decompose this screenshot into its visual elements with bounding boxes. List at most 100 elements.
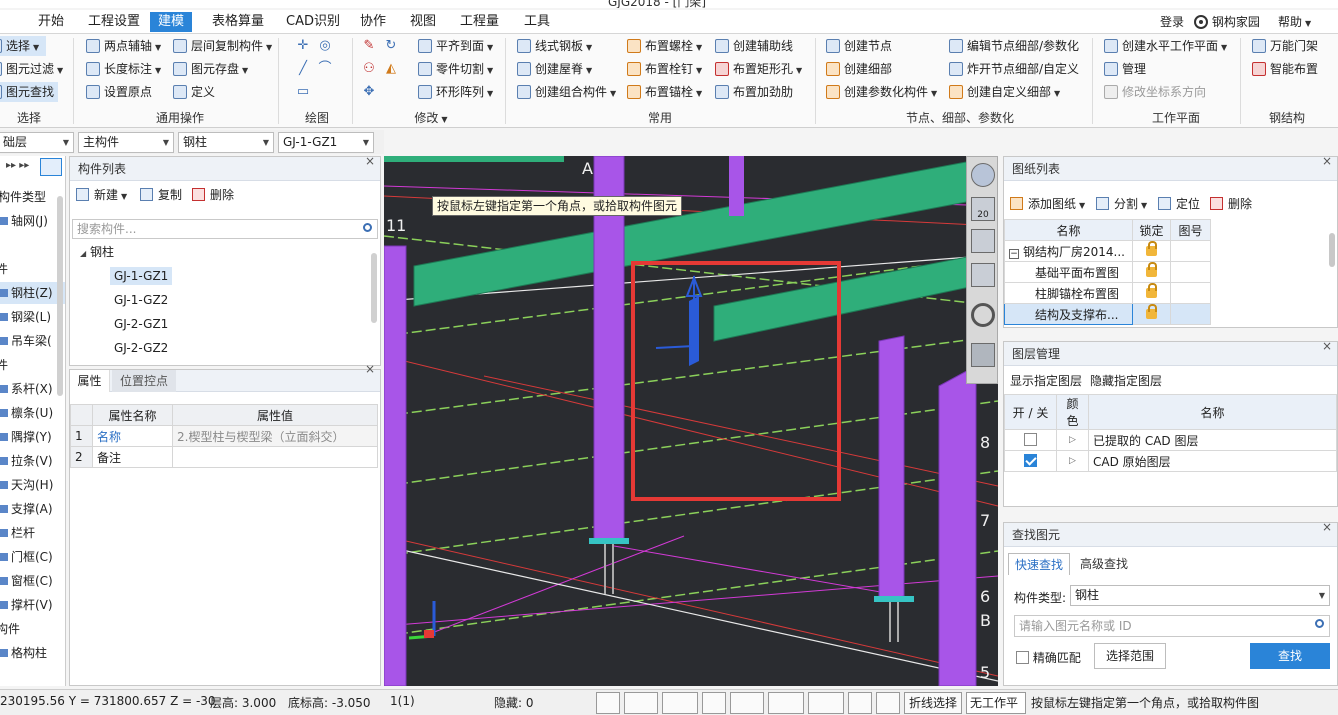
create-ridge-button[interactable]: 创建屋脊 ▼: [517, 59, 592, 79]
close-icon[interactable]: ×: [1322, 515, 1332, 539]
pencil-icon[interactable]: ✎: [362, 39, 376, 53]
place-rect-hole-button[interactable]: 布置矩形孔 ▼: [715, 59, 802, 79]
line-draw-icon[interactable]: ╱: [296, 62, 310, 76]
collapse-arrows-icon[interactable]: ▸▸ ▸▸: [6, 160, 29, 171]
universal-frame-button[interactable]: 万能门架: [1252, 36, 1318, 56]
circular-array-button[interactable]: 环形阵列 ▼: [418, 82, 493, 102]
line-plate-button[interactable]: 线式钢板 ▼: [517, 36, 592, 56]
offset-mode-icon[interactable]: [808, 692, 844, 714]
delete-component-button[interactable]: 删除: [192, 184, 234, 206]
tab-collaboration[interactable]: 协作: [352, 12, 394, 32]
select-range-button[interactable]: 选择范围: [1094, 643, 1166, 669]
snap-icon[interactable]: [624, 692, 658, 714]
tab-quantity[interactable]: 工程量: [452, 12, 507, 32]
find-type-select[interactable]: 钢柱 ▼: [1070, 585, 1330, 606]
align-to-plane-button[interactable]: 平齐到面 ▼: [418, 36, 493, 56]
tree-root[interactable]: ◢ 钢柱: [80, 241, 114, 263]
component-select[interactable]: GJ-1-GZ1 ▼: [278, 132, 374, 153]
create-node-button[interactable]: 创建节点: [826, 36, 892, 56]
table-row[interactable]: 1 名称 2.楔型柱与楔型梁（立面斜交）: [70, 425, 378, 447]
cross-icon[interactable]: [702, 692, 726, 714]
nav-item-grid[interactable]: 轴网(J): [0, 210, 48, 232]
prop-value[interactable]: 2.楔型柱与楔型梁（立面斜交）: [172, 425, 378, 447]
nav-item-door-frame[interactable]: 门框(C): [0, 546, 53, 568]
mirror-icon[interactable]: ◭: [384, 62, 398, 76]
hide-layer-link[interactable]: 隐藏指定图层: [1090, 372, 1162, 389]
smart-layout-button[interactable]: 智能布置: [1252, 59, 1318, 79]
point-draw-icon[interactable]: ✛: [296, 39, 310, 53]
close-icon[interactable]: ×: [365, 149, 375, 173]
view-3d-icon[interactable]: [971, 263, 995, 287]
rect-draw-icon[interactable]: ▭: [296, 85, 310, 99]
nav-item-rod[interactable]: 拉条(V): [0, 450, 53, 472]
nav-scrollbar[interactable]: [57, 196, 63, 396]
tree-item-gj1-gz1[interactable]: GJ-1-GZ1: [110, 265, 173, 287]
add-drawing-button[interactable]: 添加图纸 ▼: [1010, 193, 1085, 217]
ortho-icon[interactable]: [596, 692, 620, 714]
create-guide-line-button[interactable]: 创建辅助线: [715, 36, 793, 56]
create-detail-button[interactable]: 创建细部: [826, 59, 892, 79]
nav-item-support[interactable]: 支撑(A): [0, 498, 53, 520]
nav-item-lattice-column[interactable]: 格构柱: [0, 642, 47, 664]
zoom-level-icon[interactable]: 20: [971, 197, 995, 221]
tab-project-settings[interactable]: 工程设置: [80, 12, 148, 32]
create-combo-button[interactable]: 创建组合构件 ▼: [517, 82, 616, 102]
table-row[interactable]: ▷ 已提取的 CAD 图层: [1004, 429, 1337, 451]
work-plane-select[interactable]: 无工作平▼: [966, 692, 1026, 714]
lock-icon[interactable]: [1146, 262, 1157, 277]
book-icon[interactable]: [876, 692, 900, 714]
rotate-view-icon[interactable]: [971, 303, 995, 327]
manage-button[interactable]: 管理: [1104, 59, 1146, 79]
model-viewport[interactable]: A 11 8 7 6 B 5: [384, 156, 998, 686]
polyline-select-button[interactable]: 折线选择: [904, 692, 962, 714]
nav-item-railing[interactable]: 栏杆: [0, 522, 35, 544]
place-stud-button[interactable]: 布置栓钉 ▼: [627, 59, 702, 79]
purple-column[interactable]: [938, 365, 977, 686]
component-list-scrollbar[interactable]: [371, 253, 377, 323]
find-element-input[interactable]: 请输入图元名称或 ID: [1014, 615, 1330, 637]
purple-column[interactable]: [384, 245, 407, 686]
component-search-input[interactable]: 搜索构件...: [72, 219, 378, 239]
grid-snap-icon[interactable]: [848, 692, 872, 714]
set-origin-button[interactable]: 设置原点: [86, 82, 152, 102]
nav-item-brace-y[interactable]: 隅撑(Y): [0, 426, 52, 448]
tree-item-gj1-gz2[interactable]: GJ-1-GZ2: [114, 289, 168, 311]
place-bolt-button[interactable]: 布置螺栓 ▼: [627, 36, 702, 56]
lock-icon[interactable]: [1146, 283, 1157, 298]
view-cube-icon[interactable]: [662, 692, 698, 714]
tab-cad-recognition[interactable]: CAD识别: [278, 12, 348, 32]
rotate-mode-icon[interactable]: [730, 692, 764, 714]
collapse-icon[interactable]: −: [1009, 248, 1019, 259]
tab-position-points[interactable]: 位置控点: [112, 370, 176, 392]
nav-item-window-frame[interactable]: 窗框(C): [0, 570, 53, 592]
circle-draw-icon[interactable]: ◎: [318, 39, 332, 53]
drawing-scrollbar[interactable]: [1329, 233, 1335, 267]
help-menu[interactable]: 帮助 ▼: [1278, 12, 1311, 32]
length-dimension-button[interactable]: 长度标注 ▼: [86, 59, 161, 79]
tree-item-gj2-gz2[interactable]: GJ-2-GZ2: [114, 337, 168, 359]
cube-view-icon[interactable]: [971, 229, 995, 253]
table-row[interactable]: ▷ CAD 原始图层: [1004, 450, 1337, 472]
tab-start[interactable]: 开始: [30, 12, 72, 32]
list-view-icon[interactable]: [40, 158, 62, 176]
explode-node-button[interactable]: 炸开节点细部/自定义: [949, 59, 1079, 79]
lock-icon[interactable]: [1146, 241, 1157, 256]
tab-advanced-find[interactable]: 高级查找: [1074, 553, 1134, 575]
model-canvas[interactable]: A 11 8 7 6 B 5: [384, 156, 998, 686]
copy-component-button[interactable]: 复制: [140, 184, 182, 206]
floor-select[interactable]: 础层 ▼: [0, 132, 74, 153]
rotate-icon[interactable]: ↻: [384, 39, 398, 53]
close-icon[interactable]: ×: [1322, 334, 1332, 358]
element-filter-button[interactable]: 图元过滤 ▼: [0, 59, 63, 79]
layer-toggle-checkbox[interactable]: [1024, 433, 1037, 446]
exact-match-checkbox[interactable]: 精确匹配: [1016, 649, 1081, 666]
delete-drawing-button[interactable]: 删除: [1210, 193, 1252, 215]
create-work-plane-button[interactable]: 创建水平工作平面 ▼: [1104, 36, 1227, 56]
place-anchor-button[interactable]: 布置锚栓 ▼: [627, 82, 702, 102]
green-beam[interactable]: [384, 156, 564, 162]
copy-between-floors-button[interactable]: 层间复制构件 ▼: [173, 36, 272, 56]
nav-item-gutter[interactable]: 天沟(H): [0, 474, 53, 496]
category-select[interactable]: 钢柱 ▼: [178, 132, 274, 153]
table-row[interactable]: 柱脚锚栓布置图: [1004, 282, 1330, 304]
close-icon[interactable]: ×: [1322, 149, 1332, 173]
